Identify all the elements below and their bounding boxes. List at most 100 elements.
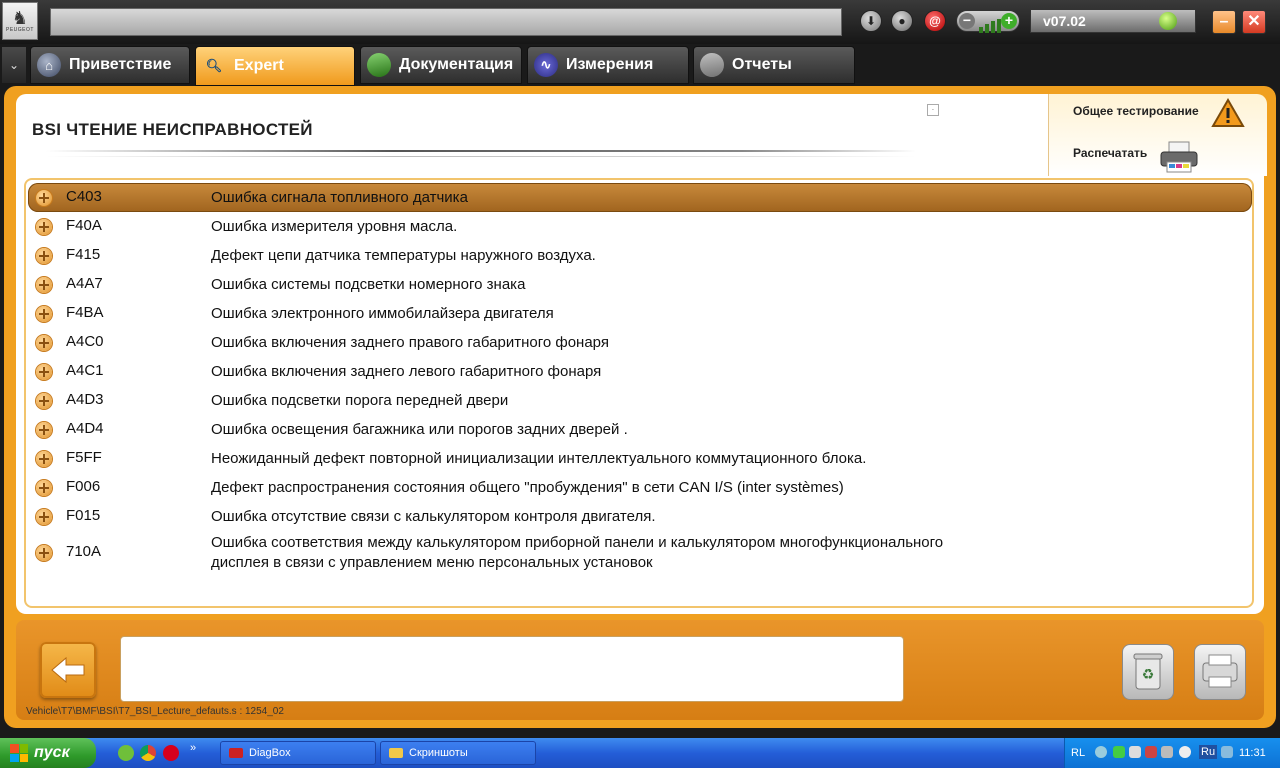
fault-description: Дефект распространения состояния общего … (211, 479, 844, 496)
fault-code: F4BA (66, 304, 104, 321)
chevron-down-icon[interactable]: ⌄ (2, 47, 26, 83)
system-tray: RL Ru 11:31 (1064, 738, 1280, 768)
tab-label: Измерения (566, 56, 654, 73)
speaker-icon[interactable] (1179, 746, 1191, 758)
start-button[interactable]: пуск (0, 738, 96, 768)
fault-code: F415 (66, 246, 101, 263)
fault-row[interactable]: F5FF Неожиданный дефект повторной инициа… (28, 444, 1252, 473)
minimize-button[interactable]: – (1212, 10, 1236, 34)
opera-icon[interactable] (163, 745, 179, 761)
expand-plus-icon[interactable] (36, 335, 52, 351)
antivirus-icon[interactable] (1145, 746, 1157, 758)
fault-description: Ошибка соответствия между калькулятором … (211, 533, 1091, 573)
tab-welcome[interactable]: ⌂ Приветствие (30, 46, 190, 84)
expand-plus-icon[interactable] (36, 509, 52, 525)
taskbar-item-diagbox[interactable]: DiagBox (220, 741, 376, 765)
tab-bar: ⌄ ⌂ Приветствие 🔍︎ Expert Документация ∿… (0, 44, 1280, 86)
windows-logo-icon (10, 744, 28, 762)
fault-row[interactable]: A4A7 Ошибка системы подсветки номерного … (28, 270, 1252, 299)
fault-row[interactable]: C403 Ошибка сигнала топливного датчика (28, 183, 1252, 212)
power-status-icon[interactable] (1159, 12, 1177, 30)
language-indicator[interactable]: RL (1071, 747, 1085, 759)
global-test-label: Общее тестирование (1073, 104, 1199, 118)
expand-plus-icon[interactable] (36, 277, 52, 293)
fault-description: Ошибка сигнала топливного датчика (211, 189, 468, 206)
fault-row[interactable]: F006 Дефект распространения состояния об… (28, 473, 1252, 502)
download-icon[interactable]: ⬇ (860, 10, 882, 32)
fault-description: Ошибка подсветки порога передней двери (211, 392, 509, 409)
fault-description: Неожиданный дефект повторной инициализац… (211, 450, 867, 467)
arrow-left-icon (51, 656, 85, 684)
expand-plus-icon[interactable] (36, 190, 52, 206)
minus-icon[interactable]: − (959, 13, 975, 29)
action-panel: Общее тестирование Распечатать (1048, 94, 1267, 176)
tray-app-icon[interactable] (1221, 746, 1233, 758)
page-title: BSI ЧТЕНИЕ НЕИСПРАВНОСТЕЙ (32, 120, 313, 139)
expand-plus-icon[interactable] (36, 393, 52, 409)
volume-control[interactable]: − + (956, 10, 1020, 33)
tab-reports[interactable]: Отчеты (693, 46, 855, 84)
version-display: v07.02 (1030, 9, 1196, 33)
fault-code: A4D4 (66, 420, 104, 437)
fault-description-line2: дисплея в связи с управлением меню персо… (211, 554, 653, 571)
print-action[interactable]: Распечатать (1073, 146, 1147, 160)
global-test-button[interactable]: Общее тестирование (1073, 104, 1199, 118)
expand-plus-icon[interactable] (36, 451, 52, 467)
fault-row[interactable]: F40A Ошибка измерителя уровня масла. (28, 212, 1252, 241)
task-label: Скриншоты (409, 747, 468, 759)
plus-icon[interactable]: + (1001, 13, 1017, 29)
tab-label: Документация (399, 56, 514, 73)
print-label: Распечатать (1073, 146, 1148, 160)
tab-expert[interactable]: 🔍︎ Expert (195, 46, 355, 86)
fault-row[interactable]: A4D3 Ошибка подсветки порога передней дв… (28, 386, 1252, 415)
network-icon[interactable] (1129, 746, 1141, 758)
email-icon[interactable]: @ (924, 10, 946, 32)
fault-row[interactable]: A4C1 Ошибка включения заднего левого габ… (28, 357, 1252, 386)
viber-icon[interactable] (118, 745, 134, 761)
device-icon[interactable] (1161, 746, 1173, 758)
fault-description: Ошибка освещения багажника или порогов з… (211, 421, 628, 438)
warning-icon[interactable] (1211, 98, 1245, 128)
message-field (120, 636, 904, 702)
chevron-right-icon[interactable]: » (190, 742, 196, 754)
fault-row[interactable]: F4BA Ошибка электронного иммобилайзера д… (28, 299, 1252, 328)
fault-row[interactable]: F015 Ошибка отсутствие связи с калькулят… (28, 502, 1252, 531)
printer-icon[interactable] (1157, 140, 1201, 174)
fault-row[interactable]: 710A Ошибка соответствия между калькулят… (28, 531, 1252, 575)
tab-measurements[interactable]: ∿ Измерения (527, 46, 689, 84)
tab-label: Отчеты (732, 56, 792, 73)
task-label: DiagBox (249, 747, 291, 759)
chrome-icon[interactable] (140, 745, 156, 761)
expand-plus-icon[interactable] (36, 306, 52, 322)
fault-description: Ошибка системы подсветки номерного знака (211, 276, 526, 293)
back-button[interactable] (40, 642, 96, 698)
recycle-bin-icon: ♻ (1133, 653, 1163, 690)
expand-plus-icon[interactable] (36, 545, 52, 561)
back-arrow-icon[interactable] (1095, 746, 1107, 758)
taskbar-item-screenshots[interactable]: Скриншоты (380, 741, 536, 765)
expand-plus-icon[interactable] (36, 480, 52, 496)
expand-plus-icon[interactable] (36, 219, 52, 235)
expand-plus-icon[interactable] (36, 422, 52, 438)
expand-plus-icon[interactable] (36, 248, 52, 264)
shield-icon[interactable] (1113, 746, 1125, 758)
diagbox-icon (229, 748, 243, 758)
close-button[interactable]: ✕ (1242, 10, 1266, 34)
logo-text: PEUGEOT (6, 27, 34, 33)
fault-row[interactable]: F415 Дефект цепи датчика температуры нар… (28, 241, 1252, 270)
bottom-toolbar: ♻ (16, 620, 1264, 720)
top-bar: ♞ PEUGEOT ⬇ ● @ − + v07.02 – ✕ (0, 0, 1280, 44)
fault-row[interactable]: A4D4 Ошибка освещения багажника или поро… (28, 415, 1252, 444)
fault-description: Ошибка включения заднего правого габарит… (211, 334, 609, 351)
search-icon: 🔍︎ (205, 58, 223, 73)
expand-plus-icon[interactable] (36, 364, 52, 380)
person-icon[interactable]: ● (891, 10, 913, 32)
collapse-toggle[interactable]: · (927, 104, 939, 116)
input-language[interactable]: Ru (1199, 745, 1218, 759)
delete-faults-button[interactable]: ♻ (1122, 644, 1174, 700)
print-button[interactable] (1194, 644, 1246, 700)
fault-code: A4C0 (66, 333, 104, 350)
fault-row[interactable]: A4C0 Ошибка включения заднего правого га… (28, 328, 1252, 357)
tab-documentation[interactable]: Документация (360, 46, 522, 84)
fault-code: 710A (66, 543, 102, 560)
